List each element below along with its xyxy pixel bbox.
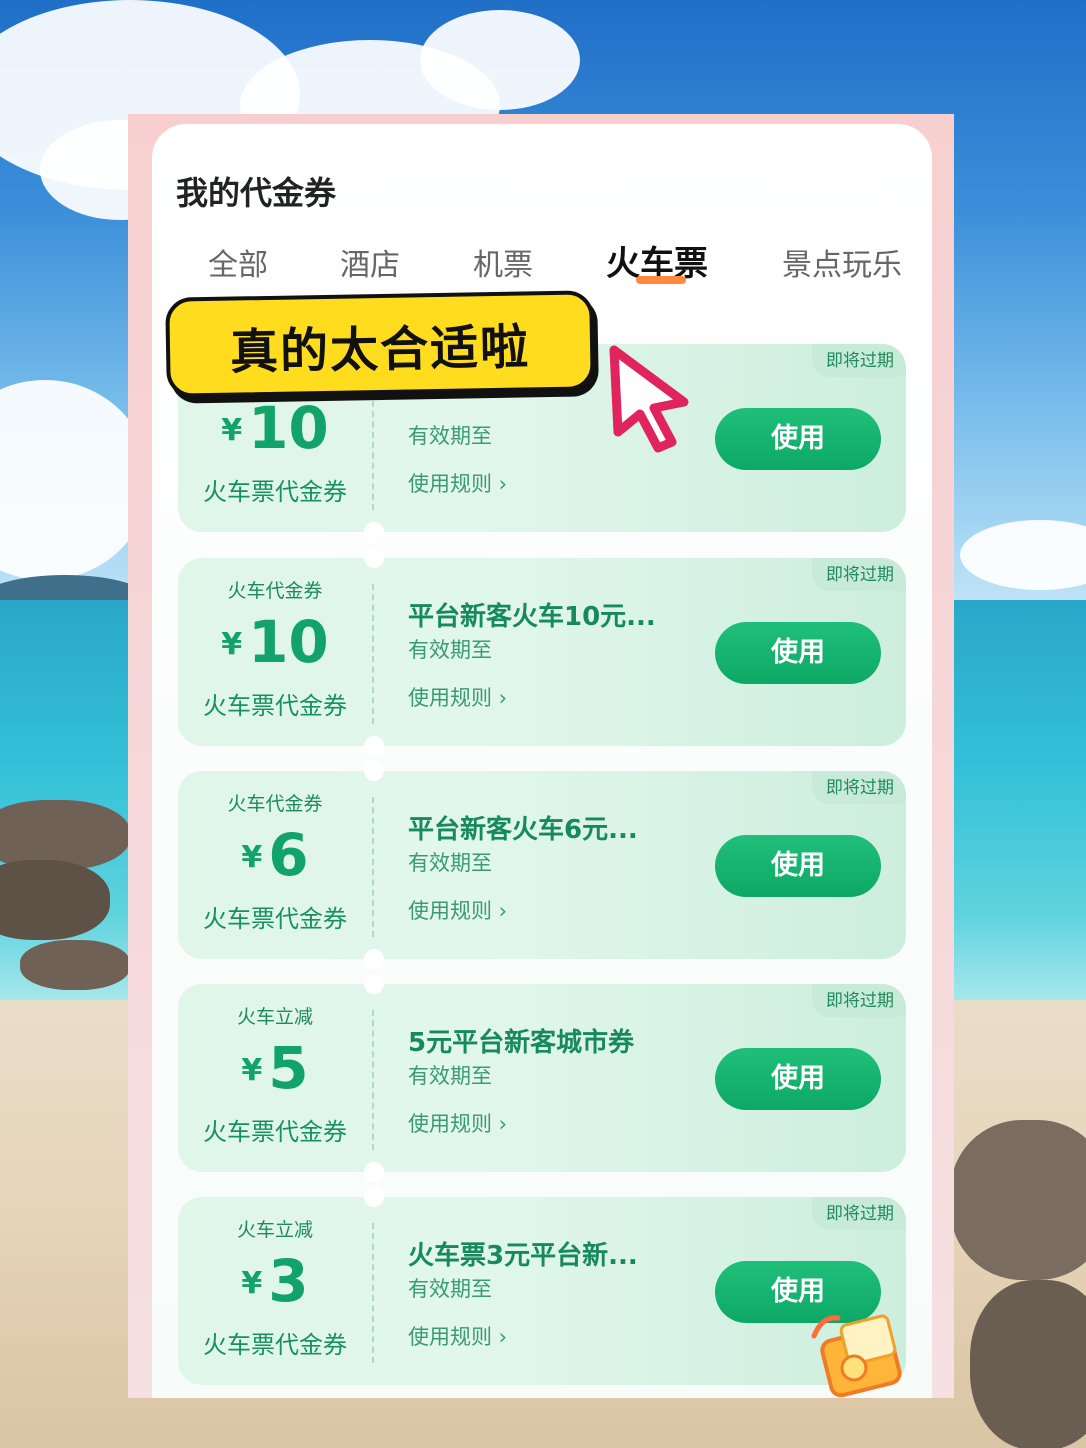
coupon-card: 即将过期 火车代金券 ¥10 火车票代金券 平台新客火车10元... 有效期至 …: [178, 548, 906, 756]
coupon-validity: 有效期至: [408, 424, 492, 448]
coupon-divider: [372, 584, 374, 724]
expiry-badge: 即将过期: [812, 344, 906, 377]
coupon-notch: [364, 1162, 384, 1182]
coupon-name: 平台新客火车6元...: [408, 815, 638, 845]
expiry-badge: 即将过期: [812, 1197, 906, 1230]
coupon-validity: 有效期至: [408, 1277, 492, 1301]
coupon-kind: 火车代金券: [227, 793, 323, 815]
rock: [970, 1280, 1086, 1448]
tab-hotel[interactable]: 酒店: [340, 240, 400, 284]
coupon-rules-link[interactable]: 使用规则 ›: [408, 895, 507, 925]
coupon-name: 5元平台新客城市券: [408, 1028, 635, 1058]
coupon-notch: [364, 736, 384, 756]
tab-attractions[interactable]: 景点玩乐: [782, 240, 902, 284]
amount-value: 10: [248, 608, 329, 676]
sticker-text: 真的太合适啦: [229, 319, 531, 381]
coupon-name: 火车票3元平台新...: [408, 1241, 638, 1271]
expiry-badge: 即将过期: [812, 984, 906, 1017]
coupon-amount: ¥6: [178, 821, 372, 889]
use-button[interactable]: 使用: [715, 1048, 881, 1110]
coupon-subtitle: 火车票代金券: [203, 1331, 347, 1359]
coupon-subtitle: 火车票代金券: [203, 1118, 347, 1146]
rock: [0, 800, 130, 870]
use-button[interactable]: 使用: [715, 622, 881, 684]
coupon-notch: [364, 949, 384, 969]
amount-value: 5: [268, 1034, 309, 1102]
cloud: [420, 10, 580, 110]
active-tab-indicator: [636, 276, 686, 284]
coupon-rules-link[interactable]: 使用规则 ›: [408, 1108, 507, 1138]
coupon-amount: ¥5: [178, 1034, 372, 1102]
coupon-notch: [364, 974, 384, 994]
coupon-amount: ¥10: [178, 394, 372, 462]
page-title: 我的代金券: [176, 174, 337, 212]
category-tabs: 全部 酒店 机票 火车票 景点玩乐: [176, 240, 916, 290]
gift-coupon-icon: [811, 1314, 902, 1398]
currency-symbol: ¥: [221, 627, 243, 662]
currency-symbol: ¥: [241, 1053, 263, 1088]
tab-flight[interactable]: 机票: [473, 240, 533, 284]
tab-all[interactable]: 全部: [208, 240, 268, 284]
rock: [20, 940, 130, 990]
coupon-rules-link[interactable]: 使用规则 ›: [408, 468, 507, 498]
promo-sticker: 真的太合适啦: [165, 290, 595, 398]
coupon-amount: ¥3: [178, 1247, 372, 1315]
coupon-validity: 有效期至: [408, 638, 492, 662]
coupon-subtitle: 火车票代金券: [203, 478, 347, 506]
coupon-subtitle: 火车票代金券: [203, 905, 347, 933]
coupon-rules-link[interactable]: 使用规则 ›: [408, 1321, 507, 1351]
coupon-subtitle: 火车票代金券: [203, 692, 347, 720]
coupon-notch: [364, 761, 384, 781]
coupon-card: 即将过期 火车立减 ¥5 火车票代金券 5元平台新客城市券 有效期至 使用规则 …: [178, 974, 906, 1182]
coupon-validity: 有效期至: [408, 1064, 492, 1088]
use-button[interactable]: 使用: [715, 408, 881, 470]
coupon-notch: [364, 522, 384, 542]
coupon-notch: [364, 548, 384, 568]
coupon-validity: 有效期至: [408, 851, 492, 875]
pointer-cursor-icon: [609, 345, 689, 453]
coupon-notch: [364, 1187, 384, 1207]
coupon-rules-link[interactable]: 使用规则 ›: [408, 682, 507, 712]
currency-symbol: ¥: [221, 413, 243, 448]
amount-value: 10: [248, 394, 329, 462]
coupon-card: 即将过期 火车立减 ¥3 火车票代金券 火车票3元平台新... 有效期至 使用规…: [178, 1187, 906, 1385]
expiry-badge: 即将过期: [812, 771, 906, 804]
amount-value: 3: [268, 1247, 309, 1315]
expiry-badge: 即将过期: [812, 558, 906, 591]
rock: [0, 860, 110, 940]
coupon-kind: 火车立减: [236, 1219, 313, 1241]
currency-symbol: ¥: [241, 840, 263, 875]
coupon-divider: [372, 797, 374, 937]
coupon-kind: 火车立减: [236, 1006, 313, 1028]
coupon-divider: [372, 1223, 374, 1363]
rock: [950, 1120, 1086, 1280]
use-button[interactable]: 使用: [715, 835, 881, 897]
coupon-amount: ¥10: [178, 608, 372, 676]
amount-value: 6: [268, 821, 309, 889]
coupon-divider: [372, 1010, 374, 1150]
coupon-name: 平台新客火车10元...: [408, 602, 656, 632]
coupon-card: 即将过期 火车代金券 ¥6 火车票代金券 平台新客火车6元... 有效期至 使用…: [178, 761, 906, 969]
coupon-kind: 火车代金券: [227, 580, 323, 602]
currency-symbol: ¥: [241, 1266, 263, 1301]
